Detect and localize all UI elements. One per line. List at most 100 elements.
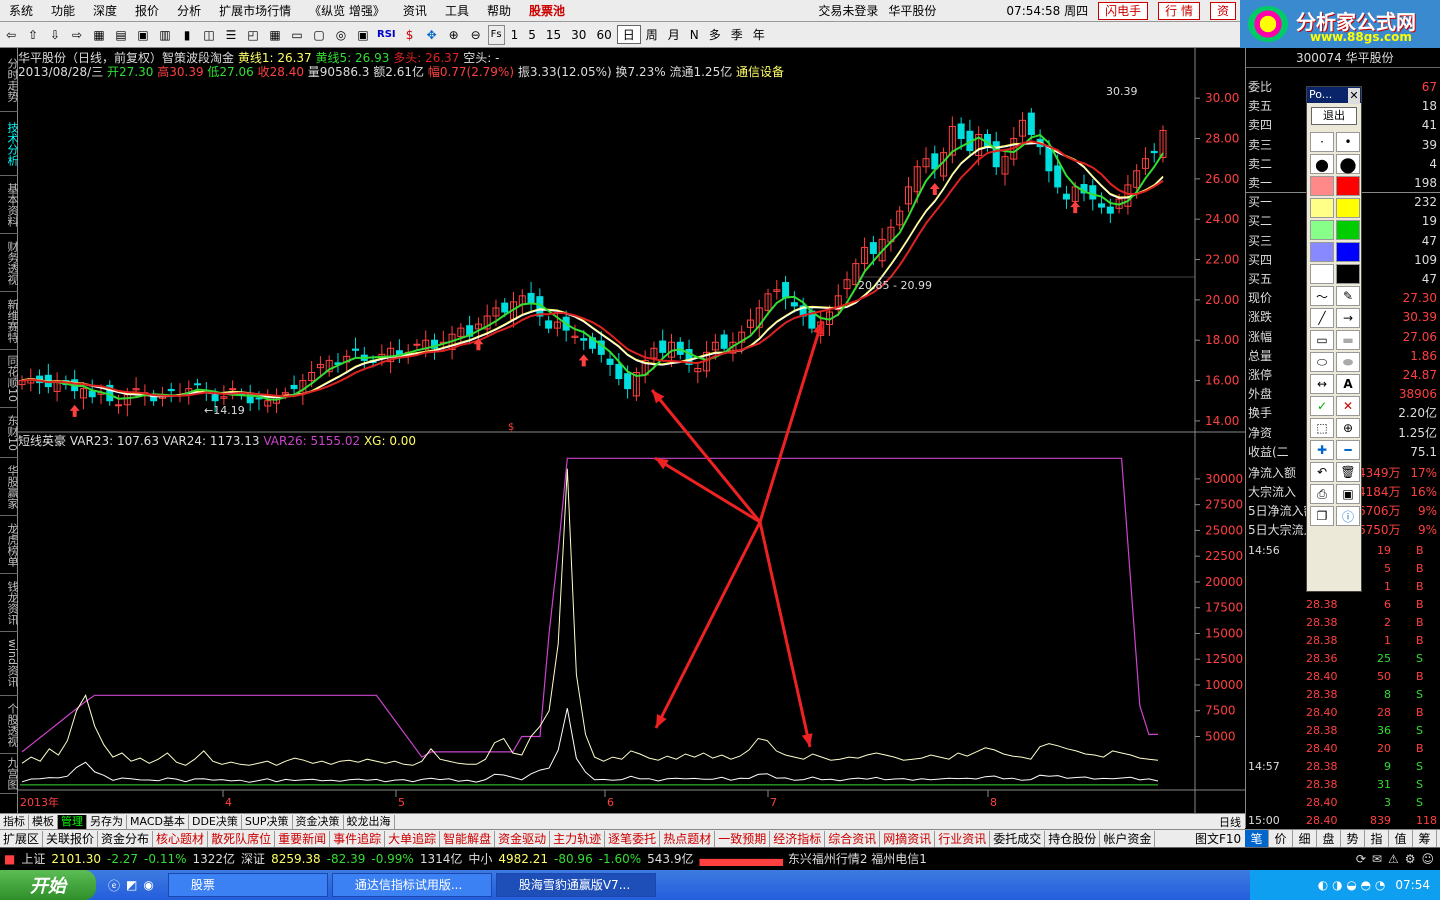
table-icon[interactable]: ▦ — [265, 25, 285, 45]
tab-dc10[interactable]: 东财10 — [0, 408, 19, 458]
color-lightblue-icon[interactable] — [1310, 242, 1334, 262]
forward-arrow-icon[interactable]: ⇨ — [67, 25, 87, 45]
bottom-tab-sup[interactable]: SUP决策 — [242, 814, 293, 829]
undo-icon[interactable]: ↶ — [1310, 462, 1334, 482]
period-5min[interactable]: 5 — [523, 28, 541, 42]
rsi-button[interactable]: RSI — [375, 25, 398, 45]
menu-function[interactable]: 功能 — [42, 0, 84, 22]
up-arrow-icon[interactable]: ⇧ — [23, 25, 43, 45]
tab-wind[interactable]: wind资讯 — [0, 632, 19, 696]
bottom-tab-save-as[interactable]: 另存为 — [87, 814, 127, 829]
desktop-icon[interactable]: ◩ — [126, 878, 137, 892]
layout-icon[interactable]: ▥ — [155, 25, 175, 45]
func-19[interactable]: 持仓股份 — [1045, 830, 1101, 847]
func-6[interactable]: 事件追踪 — [330, 830, 386, 847]
pen-icon[interactable]: ✎ — [1336, 286, 1360, 306]
line-icon[interactable]: ╱ — [1310, 308, 1334, 328]
back-arrow-icon[interactable]: ⇦ — [1, 25, 21, 45]
text-icon[interactable]: A — [1336, 374, 1360, 394]
func-4[interactable]: 散死队席位 — [208, 830, 276, 847]
ellipse-icon[interactable]: ⬭ — [1310, 352, 1334, 372]
color-black-icon[interactable] — [1336, 264, 1360, 284]
menu-news[interactable]: 资讯 — [394, 0, 436, 22]
chart-canvas[interactable]: 14.00 16.00 18.00 20.00 22.00 24.00 26.00 28.00… — [18, 48, 1245, 813]
media-icon[interactable]: ◉ — [143, 878, 153, 892]
menu-overview[interactable]: 《纵览 增强》 — [300, 0, 394, 22]
func-1[interactable]: 关联报价 — [43, 830, 99, 847]
detail-tab-4[interactable]: 势 — [1341, 830, 1365, 847]
f10-label[interactable]: 图文F10 — [1195, 830, 1241, 847]
box-icon[interactable]: ▢ — [309, 25, 329, 45]
menu-help[interactable]: 帮助 — [478, 0, 520, 22]
arrow-right-icon[interactable]: → — [1336, 308, 1360, 328]
palette-exit-button[interactable]: 退出 — [1311, 107, 1357, 125]
tab-nine-grid[interactable]: 九宫图 — [0, 754, 19, 794]
dot-xlarge-icon[interactable]: ● — [1336, 152, 1360, 176]
select-icon[interactable]: ⬚ — [1310, 418, 1334, 438]
color-lightyellow-icon[interactable] — [1310, 198, 1334, 218]
tab-qianlong[interactable]: 钱龙资讯 — [0, 574, 19, 632]
period-year[interactable]: 年 — [748, 26, 770, 43]
menu-depth[interactable]: 深度 — [84, 0, 126, 22]
panel-icon[interactable]: ◫ — [199, 25, 219, 45]
period-quarter[interactable]: 季 — [726, 26, 748, 43]
detail-tab-3[interactable]: 盘 — [1317, 830, 1341, 847]
rectangle-icon[interactable]: ▭ — [1310, 330, 1334, 350]
double-arrow-icon[interactable]: ↔ — [1310, 374, 1334, 394]
color-green-icon[interactable] — [1336, 220, 1360, 240]
fs-button[interactable]: Fs — [487, 24, 505, 45]
curve-icon[interactable]: 〜 — [1310, 286, 1334, 306]
bottom-tab-dde[interactable]: DDE决策 — [189, 814, 242, 829]
func-0[interactable]: 扩展区 — [0, 830, 44, 847]
period-multi-day[interactable]: 多 — [704, 26, 726, 43]
settings-icon[interactable]: ⚙ — [1405, 852, 1416, 866]
color-yellow-icon[interactable] — [1336, 198, 1360, 218]
bottom-tab-jiaolong[interactable]: 蛟龙出海 — [344, 814, 395, 829]
check-icon[interactable]: ✓ — [1310, 396, 1334, 416]
task-tdx[interactable]: 通达信指标试用版... — [331, 873, 492, 897]
menu-stock-pool[interactable]: 股票池 — [520, 0, 574, 22]
period-30min[interactable]: 30 — [566, 28, 591, 42]
period-day[interactable]: 日 — [616, 25, 641, 44]
func-7[interactable]: 大单追踪 — [385, 830, 441, 847]
tray-icons[interactable]: ◐ ◑ ◒ ◓ ◔ — [1318, 878, 1386, 892]
mail-icon[interactable]: ✉ — [1372, 852, 1382, 866]
detail-tab-0[interactable]: 笔 — [1245, 830, 1269, 847]
period-1min[interactable]: 1 — [506, 28, 524, 42]
func-12[interactable]: 热点题材 — [660, 830, 716, 847]
copy-icon[interactable]: ❐ — [1310, 506, 1334, 526]
dot-large-icon[interactable]: ● — [1310, 154, 1334, 174]
bottom-tab-indicator[interactable]: 指标 — [0, 814, 29, 829]
plus-icon[interactable]: ✚ — [1310, 440, 1334, 460]
tab-huagu[interactable]: 华股赢家 — [0, 458, 19, 516]
func-20[interactable]: 帐户资金 — [1100, 830, 1156, 847]
tab-financial[interactable]: 财务透视 — [0, 234, 19, 292]
grid-icon[interactable]: ▤ — [111, 25, 131, 45]
zoom-in-icon[interactable]: ⊕ — [444, 25, 464, 45]
zx-label[interactable]: 中小 — [468, 850, 492, 867]
menu-quote[interactable]: 报价 — [126, 0, 168, 22]
menu-tools[interactable]: 工具 — [436, 0, 478, 22]
tab-stock-view[interactable]: 个股透视 — [0, 696, 19, 754]
detail-tab-1[interactable]: 价 — [1269, 830, 1293, 847]
zoom-icon[interactable]: ⊕ — [1336, 418, 1360, 438]
func-2[interactable]: 资金分布 — [98, 830, 154, 847]
color-lightgreen-icon[interactable] — [1310, 220, 1334, 240]
tab-intraday[interactable]: 分时走势 — [0, 48, 19, 112]
server-name[interactable]: 东兴福州行情2 福州电信1 — [788, 850, 927, 867]
window-icon[interactable]: ▣ — [133, 25, 153, 45]
ie-icon[interactable]: ⓔ — [108, 877, 120, 894]
person-icon[interactable]: ☺ — [1421, 852, 1434, 866]
bars-icon[interactable]: ▮ — [177, 25, 197, 45]
menu-analysis[interactable]: 分析 — [168, 0, 210, 22]
minus-icon[interactable]: ━ — [1336, 440, 1360, 460]
menu-system[interactable]: 系统 — [0, 0, 42, 22]
color-blue-icon[interactable] — [1336, 242, 1360, 262]
func-3[interactable]: 核心题材 — [153, 830, 209, 847]
trash-icon[interactable]: 🗑 — [1336, 462, 1360, 482]
down-arrow-icon[interactable]: ⇩ — [45, 25, 65, 45]
refresh-icon[interactable]: ⟳ — [1356, 852, 1366, 866]
period-month[interactable]: 月 — [663, 26, 685, 43]
alert-icon[interactable]: ⚠ — [1388, 852, 1399, 866]
func-9[interactable]: 资金驱动 — [495, 830, 551, 847]
